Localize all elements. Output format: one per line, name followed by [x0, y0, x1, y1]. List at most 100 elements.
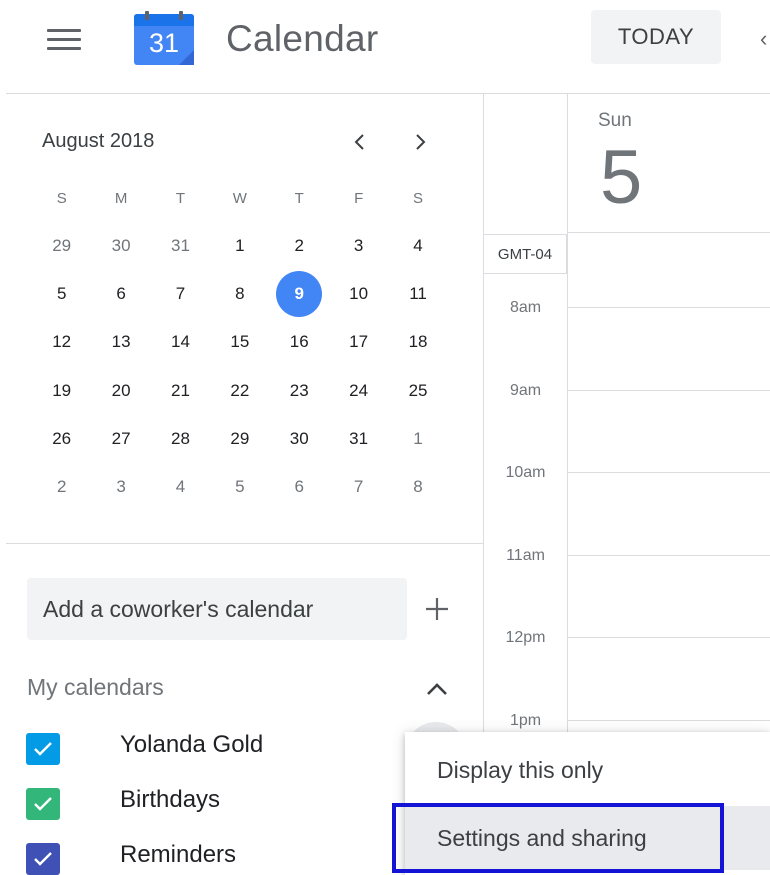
my-calendars-heading[interactable]: My calendars [27, 674, 164, 701]
mini-calendar-day[interactable]: 26 [32, 416, 91, 462]
calendar-item-name: Yolanda Gold [120, 731, 264, 758]
mini-calendar-day[interactable]: 16 [270, 319, 329, 365]
mini-calendar-week-row: 2 3 4 5 6 7 8 [32, 463, 448, 511]
mini-calendar-day[interactable]: 1 [210, 223, 269, 269]
sidebar-divider [6, 543, 483, 544]
mini-calendar-day[interactable]: 4 [388, 223, 447, 269]
hour-gridline[interactable] [567, 307, 770, 308]
hour-gridline[interactable] [567, 720, 770, 721]
mini-calendar-day[interactable]: 3 [91, 464, 150, 510]
mini-calendar-week-row: 5 6 7 8 9 10 11 [32, 270, 448, 318]
weekday-header: T [175, 190, 186, 207]
mini-calendar-day[interactable]: 11 [388, 271, 447, 317]
all-day-divider [567, 232, 770, 233]
mini-calendar-day-number: 6 [116, 284, 126, 304]
hour-label: 12pm [505, 629, 546, 646]
menu-item-settings-and-sharing[interactable]: Settings and sharing [405, 806, 770, 870]
mini-calendar-day-number: 2 [56, 477, 67, 497]
main-menu-icon[interactable] [44, 26, 84, 54]
mini-calendar-day[interactable]: 19 [32, 368, 91, 414]
mini-calendar-day-number: 3 [116, 477, 126, 497]
mini-calendar-day[interactable]: 7 [329, 464, 388, 510]
mini-calendar-day-number: 2 [294, 236, 304, 256]
timezone-label: GMT-04 [484, 234, 567, 274]
mini-calendar-day-number: 24 [349, 380, 369, 400]
mini-calendar-day[interactable]: 21 [151, 368, 210, 414]
mini-calendar-week-row: 12 13 14 15 16 17 18 [32, 318, 448, 366]
mini-calendar-day[interactable]: 29 [32, 223, 91, 269]
mini-calendar-day-number: 23 [289, 380, 309, 400]
mini-calendar-day-number: 8 [413, 477, 423, 497]
hour-gridline[interactable] [567, 555, 770, 556]
mini-calendar-day[interactable]: 2 [32, 464, 91, 510]
mini-calendar-day[interactable]: 30 [270, 416, 329, 462]
checkbox-checked-icon[interactable] [26, 788, 60, 820]
mini-calendar-day[interactable]: 24 [329, 368, 388, 414]
mini-calendar-day[interactable]: 18 [388, 319, 447, 365]
chevron-up-icon[interactable] [420, 674, 454, 704]
mini-calendar-day[interactable]: 6 [91, 271, 150, 317]
hour-gridline[interactable] [567, 472, 770, 473]
mini-calendar-day-number: 7 [353, 477, 364, 497]
mini-calendar-day[interactable]: 30 [91, 223, 150, 269]
hour-gridline[interactable] [567, 390, 770, 391]
mini-calendar-day[interactable]: 20 [91, 368, 150, 414]
mini-calendar-day[interactable]: 3 [329, 223, 388, 269]
mini-calendar-day[interactable]: 15 [210, 319, 269, 365]
today-button[interactable]: TODAY [591, 10, 721, 64]
mini-calendar-day-number: 18 [408, 332, 428, 352]
add-calendar-plus-icon[interactable] [420, 592, 454, 626]
mini-calendar-day[interactable]: 12 [32, 319, 91, 365]
mini-calendar-day[interactable]: 14 [151, 319, 210, 365]
menu-item-display-this-only[interactable]: Display this only [405, 738, 770, 802]
mini-calendar-next-month-icon[interactable] [402, 124, 438, 160]
mini-calendar-day[interactable]: 8 [388, 464, 447, 510]
mini-calendar-day[interactable]: 25 [388, 368, 447, 414]
mini-calendar-day[interactable]: 31 [329, 416, 388, 462]
mini-calendar-day[interactable]: 22 [210, 368, 269, 414]
mini-calendar-day[interactable]: 28 [151, 416, 210, 462]
day-header-date[interactable]: 5 [600, 134, 642, 221]
mini-calendar-day[interactable]: 13 [91, 319, 150, 365]
mini-calendar-day[interactable]: 10 [329, 271, 388, 317]
previous-period-icon[interactable]: ‹ [760, 26, 767, 52]
mini-calendar-day-number: 4 [175, 477, 186, 497]
checkbox-checked-icon[interactable] [26, 733, 60, 765]
mini-calendar-day[interactable]: 23 [270, 368, 329, 414]
checkbox-checked-icon[interactable] [26, 843, 60, 875]
calendar-logo-icon[interactable]: 31 [133, 11, 195, 66]
mini-calendar-day[interactable]: 5 [210, 464, 269, 510]
hour-label: 8am [509, 299, 542, 316]
mini-calendar-day[interactable]: 31 [151, 223, 210, 269]
mini-calendar-day[interactable]: 4 [151, 464, 210, 510]
mini-calendar-grid: 29 30 31 1 2 3 4 5 6 7 8 9 10 11 12 13 14 15 16 17 18 19 20 21 2… [32, 222, 448, 511]
mini-calendar-day[interactable]: 27 [91, 416, 150, 462]
mini-calendar-day-number: 21 [171, 380, 190, 400]
weekday-header: S [56, 190, 67, 207]
mini-calendar-day-number: 31 [171, 236, 190, 256]
mini-calendar-day[interactable]: 8 [210, 271, 269, 317]
mini-calendar-day[interactable]: 7 [151, 271, 210, 317]
mini-calendar-day-number: 12 [52, 332, 72, 352]
mini-calendar-day[interactable]: 1 [388, 416, 447, 462]
hour-label: 11am [506, 547, 545, 564]
hour-label: 9am [509, 382, 542, 399]
mini-calendar-day-selected[interactable]: 9 [270, 271, 329, 318]
day-header-weekday: Sun [598, 110, 632, 131]
mini-calendar-day[interactable]: 5 [32, 271, 91, 317]
mini-calendar-day-number: 5 [235, 477, 245, 497]
hour-gridline[interactable] [567, 637, 770, 638]
mini-calendar-day-number: 1 [235, 236, 245, 256]
add-coworker-calendar-input[interactable] [27, 578, 407, 640]
hour-label: 10am [505, 464, 546, 481]
mini-calendar-day[interactable]: 6 [270, 464, 329, 510]
mini-calendar-day[interactable]: 29 [210, 416, 269, 462]
mini-calendar-day[interactable]: 2 [270, 223, 329, 269]
mini-calendar-week-row: 26 27 28 29 30 31 1 [32, 415, 448, 463]
mini-calendar-prev-month-icon[interactable] [342, 124, 378, 160]
weekday-header: M [114, 190, 128, 207]
mini-calendar-day-number: 20 [111, 380, 131, 400]
mini-calendar-day[interactable]: 17 [329, 319, 388, 365]
mini-calendar-week-row: 19 20 21 22 23 24 25 [32, 367, 448, 415]
mini-calendar-day-number: 4 [413, 236, 423, 256]
